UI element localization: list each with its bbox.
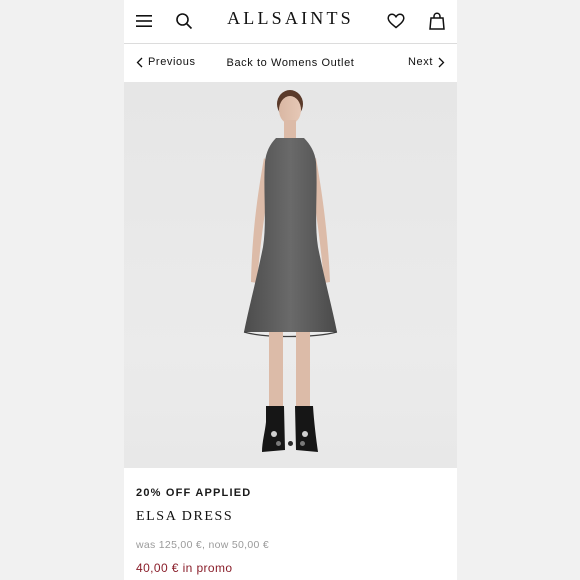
gallery-dot[interactable] [300, 441, 305, 446]
bag-icon[interactable] [425, 9, 449, 33]
gallery-dot[interactable] [276, 441, 281, 446]
model-photo [243, 90, 338, 452]
heart-icon[interactable] [384, 9, 408, 33]
chevron-right-icon [438, 57, 445, 67]
product-name: ELSA DRESS [136, 509, 234, 524]
gallery-dot-active[interactable] [288, 441, 293, 446]
price-was-now: was 125,00 €, now 50,00 € [136, 539, 270, 551]
gallery-dots [124, 441, 457, 446]
next-link[interactable]: Next [408, 56, 445, 68]
product-image[interactable] [124, 82, 457, 468]
site-header: ALLSAINTS [124, 0, 457, 44]
promo-flag: 20% OFF APPLIED [136, 487, 252, 499]
product-page: ALLSAINTS Previous Back to Womens Outlet… [124, 0, 457, 580]
promo-price: 40,00 € in promo [136, 561, 233, 575]
back-label: Back to Womens Outlet [226, 57, 355, 69]
next-label: Next [407, 56, 433, 68]
product-nav: Previous Back to Womens Outlet Next [124, 45, 457, 82]
